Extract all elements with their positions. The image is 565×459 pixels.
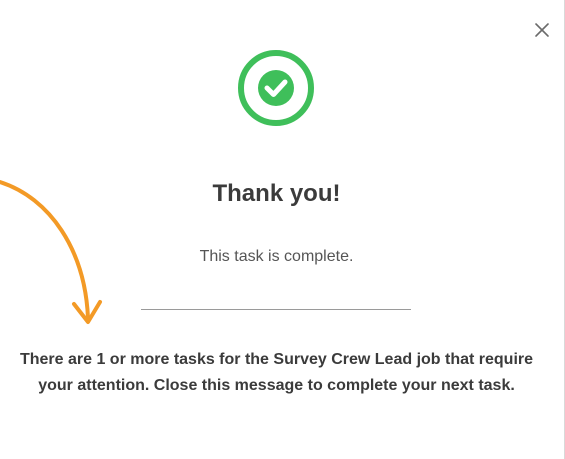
close-button[interactable] — [532, 20, 552, 40]
check-circle-icon — [238, 50, 314, 126]
close-icon — [535, 23, 549, 37]
next-task-message: There are 1 or more tasks for the Survey… — [19, 351, 534, 394]
dialog-title: Thank you! — [212, 180, 341, 207]
task-complete-dialog: Thank you! This task is complete. There … — [0, 0, 565, 459]
dialog-subtitle: This task is complete. — [199, 248, 354, 265]
divider — [141, 309, 411, 310]
